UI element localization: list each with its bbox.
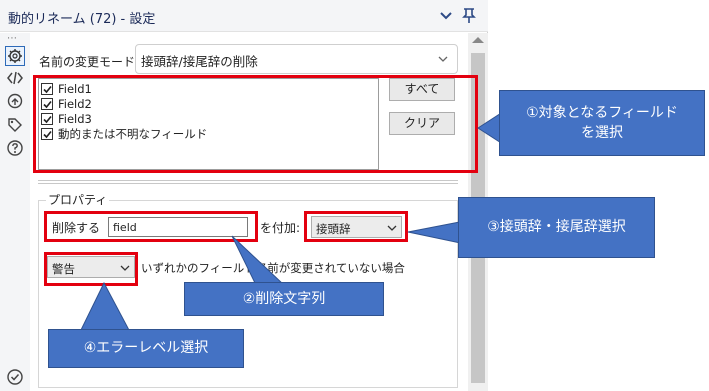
help-icon[interactable] bbox=[6, 139, 24, 157]
chevron-down-icon[interactable] bbox=[437, 6, 455, 24]
highlight-prefix-suffix bbox=[304, 211, 408, 242]
sidebar-dots: ⋯ bbox=[7, 33, 18, 44]
tag-icon[interactable] bbox=[6, 116, 24, 134]
divider bbox=[38, 180, 458, 181]
properties-title: プロパティ bbox=[46, 191, 110, 208]
highlight-error-level bbox=[44, 252, 138, 286]
sidebar: ⋯ bbox=[0, 33, 30, 391]
callout-text: ①対象となるフィールド bbox=[526, 105, 678, 121]
gear-icon[interactable] bbox=[5, 46, 25, 66]
divider bbox=[38, 183, 458, 184]
highlight-field-list bbox=[33, 75, 478, 173]
callout-error-level: ④エラーレベル選択 bbox=[48, 329, 244, 368]
chevron-down-icon bbox=[437, 53, 449, 65]
callout-select-fields: ①対象となるフィールド を選択 bbox=[499, 90, 705, 156]
highlight-delete-string bbox=[44, 211, 258, 242]
callout-delete-string: ②削除文字列 bbox=[184, 282, 384, 316]
attach-label: を付加: bbox=[260, 221, 301, 235]
code-icon[interactable] bbox=[6, 69, 24, 87]
callout-text: を選択 bbox=[581, 125, 623, 141]
rename-mode-label: 名前の変更モード: bbox=[39, 55, 140, 69]
circular-arrow-icon[interactable] bbox=[6, 92, 24, 110]
rename-mode-value: 接頭辞/接尾辞の削除 bbox=[141, 54, 258, 69]
panel-title: 動的リネーム (72) - 設定 bbox=[8, 12, 156, 27]
panel-titlebar: 動的リネーム (72) - 設定 bbox=[0, 0, 488, 32]
scroll-up-arrow[interactable] bbox=[472, 37, 484, 43]
rename-mode-select[interactable]: 接頭辞/接尾辞の削除 bbox=[135, 44, 458, 74]
pin-icon[interactable] bbox=[460, 6, 478, 24]
callout-prefix-suffix: ③接頭辞・接尾辞選択 bbox=[458, 197, 655, 258]
check-circle-icon[interactable] bbox=[6, 368, 24, 386]
warning-condition-text: いずれかのフィールド名前が変更されていない場合 bbox=[141, 261, 405, 275]
